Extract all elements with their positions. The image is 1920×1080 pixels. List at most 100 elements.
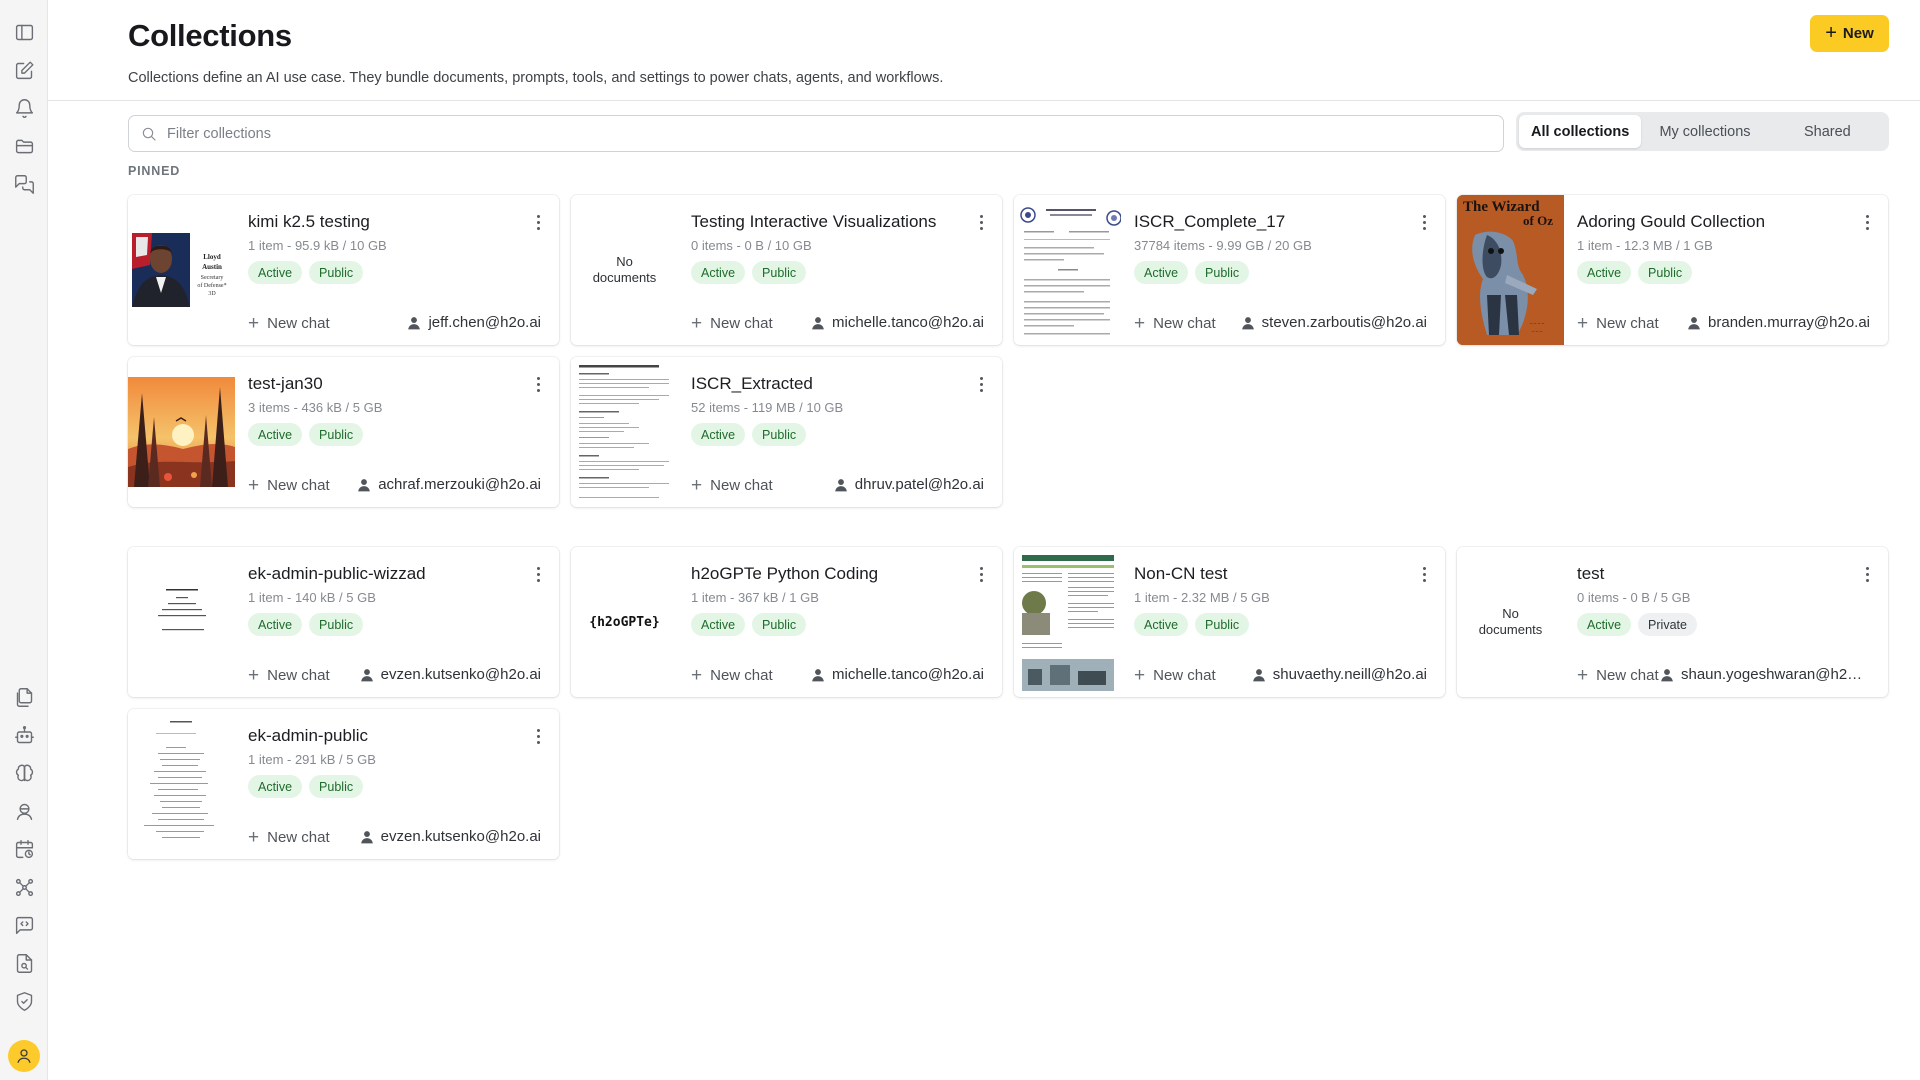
app: Collections Collections define an AI use… — [0, 0, 1920, 1080]
new-chat-label: New chat — [1596, 315, 1659, 332]
calendar-clock-icon[interactable] — [12, 837, 36, 861]
visibility-badge: Public — [309, 261, 364, 284]
tab-shared[interactable]: Shared — [1769, 115, 1886, 148]
more-options-icon[interactable] — [1417, 563, 1431, 585]
collection-card[interactable]: ISCR_Complete_17 37784 items - 9.99 GB /… — [1014, 195, 1445, 345]
collection-thumbnail: The Wizard of Oz ~ ~ ~ ~ ~ ~ ~ — [1457, 195, 1564, 345]
collection-title[interactable]: ek-admin-public-wizzad — [248, 564, 426, 584]
new-chat-button[interactable]: + New chat — [248, 314, 330, 333]
more-options-icon[interactable] — [974, 211, 988, 233]
filter-input[interactable] — [167, 116, 1487, 151]
owner: branden.murray@h2o.ai — [1687, 314, 1870, 331]
collection-card[interactable]: ek-admin-public 1 item - 291 kB / 5 GB A… — [128, 709, 559, 859]
visibility-badge: Public — [309, 613, 364, 636]
visibility-badge: Public — [752, 613, 807, 636]
collection-card[interactable]: No documents test 0 items - 0 B / 5 GB A… — [1457, 547, 1888, 697]
edit-icon[interactable] — [12, 58, 36, 82]
collection-title[interactable]: h2oGPTe Python Coding — [691, 564, 878, 584]
more-options-icon[interactable] — [974, 563, 988, 585]
user-icon — [812, 668, 824, 681]
robot-icon[interactable] — [12, 723, 36, 747]
collection-thumbnail — [128, 357, 235, 507]
collection-title[interactable]: ISCR_Extracted — [691, 374, 813, 394]
documents-icon[interactable] — [12, 685, 36, 709]
tab-all-collections[interactable]: All collections — [1519, 115, 1642, 148]
user-icon — [360, 668, 373, 681]
visibility-badge: Public — [309, 423, 364, 446]
collection-card[interactable]: Lloyd Austin Secretary of Defense* 3D ki… — [128, 195, 559, 345]
visibility-badge: Public — [1195, 613, 1250, 636]
more-options-icon[interactable] — [531, 211, 545, 233]
agent-icon[interactable] — [12, 799, 36, 823]
collection-meta: 1 item - 367 kB / 1 GB — [691, 590, 819, 605]
collection-meta: 1 item - 12.3 MB / 1 GB — [1577, 238, 1713, 253]
badge-group: Active Public — [1134, 261, 1250, 284]
collection-title[interactable]: kimi k2.5 testing — [248, 212, 370, 232]
new-chat-button[interactable]: + New chat — [248, 666, 330, 685]
status-badge: Active — [1134, 261, 1189, 284]
new-chat-button[interactable]: + New chat — [691, 314, 773, 333]
brain-icon[interactable] — [12, 761, 36, 785]
new-chat-button[interactable]: + New chat — [691, 476, 773, 495]
collection-view-tabs: All collections My collections Shared — [1516, 112, 1889, 151]
collection-card[interactable]: ISCR_Extracted 52 items - 119 MB / 10 GB… — [571, 357, 1002, 507]
collection-card[interactable]: The Wizard of Oz ~ ~ ~ ~ ~ ~ ~ Adoring G… — [1457, 195, 1888, 345]
new-chat-label: New chat — [267, 829, 330, 846]
more-options-icon[interactable] — [974, 373, 988, 395]
thumbnail-caption-line: Lloyd — [203, 253, 221, 261]
more-options-icon[interactable] — [1860, 563, 1874, 585]
collection-card[interactable]: {h2oGPTe} h2oGPTe Python Coding 1 item -… — [571, 547, 1002, 697]
collection-card[interactable]: ek-admin-public-wizzad 1 item - 140 kB /… — [128, 547, 559, 697]
collection-title[interactable]: test — [1577, 564, 1604, 584]
more-options-icon[interactable] — [531, 373, 545, 395]
badge-group: Active Private — [1577, 613, 1697, 636]
owner-email: steven.zarboutis@h2o.ai — [1261, 314, 1427, 331]
badge-group: Active Public — [691, 261, 807, 284]
badge-group: Active Public — [691, 613, 807, 636]
collection-title[interactable]: Testing Interactive Visualizations — [691, 212, 936, 232]
collection-title[interactable]: test-jan30 — [248, 374, 323, 394]
new-chat-button[interactable]: + New chat — [1577, 666, 1659, 685]
new-chat-button[interactable]: + New chat — [1134, 314, 1216, 333]
new-chat-button[interactable]: + New chat — [1134, 666, 1216, 685]
tab-my-collections[interactable]: My collections — [1643, 115, 1766, 148]
folder-icon[interactable] — [12, 134, 36, 158]
user-icon — [408, 316, 421, 329]
user-avatar[interactable] — [8, 1040, 40, 1072]
collection-title[interactable]: ek-admin-public — [248, 726, 368, 746]
user-icon — [1688, 316, 1700, 329]
network-icon[interactable] — [12, 875, 36, 899]
more-options-icon[interactable] — [531, 725, 545, 747]
page-title: Collections — [128, 18, 292, 53]
shield-icon[interactable] — [12, 989, 36, 1013]
collection-thumbnail: No documents — [1457, 547, 1564, 697]
collection-card[interactable]: Non-CN test 1 item - 2.32 MB / 5 GB Acti… — [1014, 547, 1445, 697]
code-chat-icon[interactable] — [12, 913, 36, 937]
new-chat-button[interactable]: + New chat — [248, 476, 330, 495]
collection-thumbnail: {h2oGPTe} — [571, 547, 678, 697]
new-chat-button[interactable]: + New chat — [691, 666, 773, 685]
chats-icon[interactable] — [12, 172, 36, 196]
thumbnail-caption-line: Austin — [202, 263, 222, 271]
new-collection-button[interactable]: + New — [1810, 15, 1889, 52]
file-search-icon[interactable] — [12, 951, 36, 975]
collection-meta: 1 item - 95.9 kB / 10 GB — [248, 238, 387, 253]
bell-icon[interactable] — [12, 96, 36, 120]
collection-title[interactable]: Adoring Gould Collection — [1577, 212, 1765, 232]
more-options-icon[interactable] — [1417, 211, 1431, 233]
sidebar-toggle-icon[interactable] — [12, 20, 36, 44]
collection-meta: 0 items - 0 B / 10 GB — [691, 238, 812, 253]
collection-card[interactable]: test-jan30 3 items - 436 kB / 5 GB Activ… — [128, 357, 559, 507]
new-chat-label: New chat — [710, 315, 773, 332]
collection-card[interactable]: No documents Testing Interactive Visuali… — [571, 195, 1002, 345]
new-chat-button[interactable]: + New chat — [1577, 314, 1659, 333]
collection-meta: 1 item - 140 kB / 5 GB — [248, 590, 376, 605]
owner-email: shaun.yogeshwaran@h2o.ai — [1681, 666, 1870, 683]
no-documents-label: No documents — [592, 254, 657, 285]
user-icon — [17, 1049, 31, 1063]
more-options-icon[interactable] — [1860, 211, 1874, 233]
collection-title[interactable]: ISCR_Complete_17 — [1134, 212, 1285, 232]
collection-title[interactable]: Non-CN test — [1134, 564, 1228, 584]
more-options-icon[interactable] — [531, 563, 545, 585]
new-chat-button[interactable]: + New chat — [248, 828, 330, 847]
